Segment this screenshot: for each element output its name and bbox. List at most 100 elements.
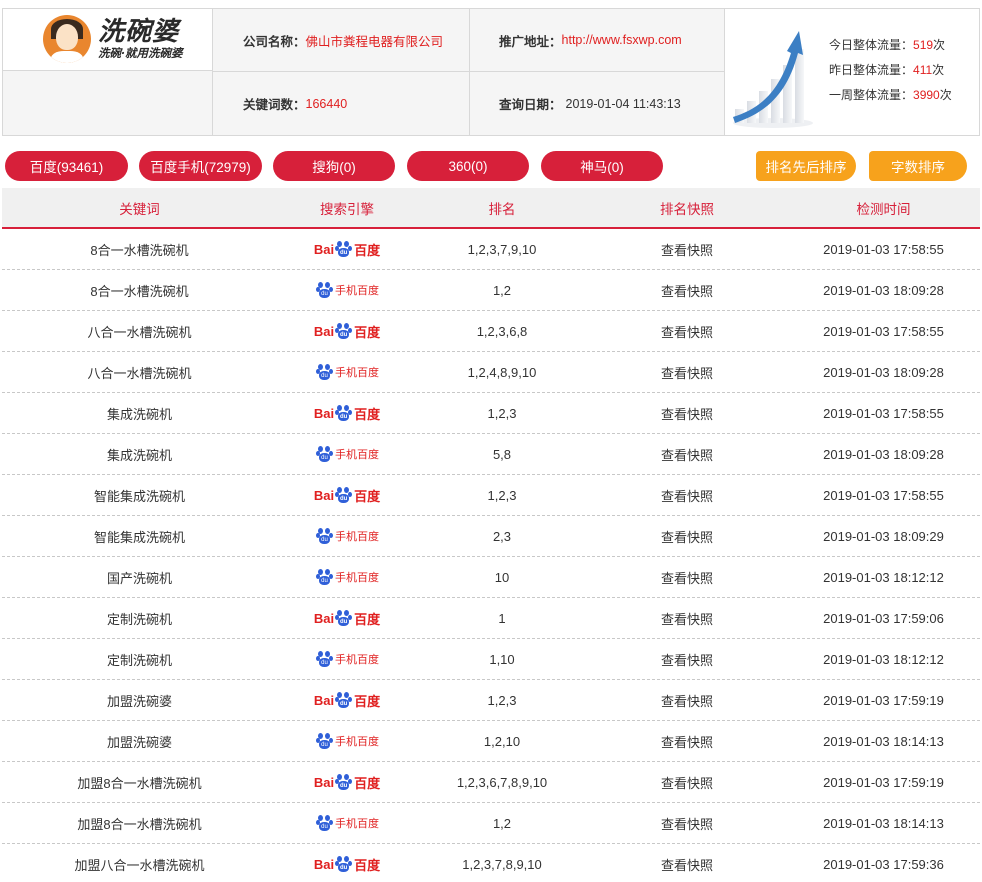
engine-cell: Bai du 百度 xyxy=(277,393,417,433)
query-date-value: 2019-01-04 11:43:13 xyxy=(565,96,681,111)
column-header-time: 检测时间 xyxy=(856,201,911,217)
traffic-panel: 今日整体流量：519次 昨日整体流量：411次 一周整体流量：3990次 xyxy=(725,9,979,135)
rank-cell: 1,2,4,8,9,10 xyxy=(467,364,537,380)
check-time-cell: 2019-01-03 17:59:06 xyxy=(823,610,944,626)
table-header: 关键词 搜索引擎 排名 排名快照 检测时间 xyxy=(2,188,980,229)
keyword-cell: 定制洗碗机 xyxy=(106,611,172,627)
rank-cell: 2,3 xyxy=(492,528,512,544)
snapshot-link[interactable]: 查看快照 xyxy=(587,557,787,597)
report-header: 洗碗婆 洗碗·就用洗碗婆 公司名称： 佛山市粪程电器有限公司 推广地址： htt… xyxy=(2,8,980,136)
column-header-engine: 搜索引擎 xyxy=(320,201,374,217)
rank-cell: 1 xyxy=(498,610,506,626)
keyword-cell: 加盟洗碗婆 xyxy=(106,693,172,709)
baidu-mobile-logo-icon: du 手机百度 xyxy=(315,281,379,299)
check-time-cell: 2019-01-03 18:09:28 xyxy=(823,446,944,462)
snapshot-link[interactable]: 查看快照 xyxy=(587,311,787,351)
engine-cell: du 手机百度 xyxy=(277,557,417,597)
today-traffic: 今日整体流量：519次 xyxy=(829,38,946,52)
tab-sogou[interactable]: 搜狗(0) xyxy=(273,151,395,181)
column-header-keyword: 关键词 xyxy=(119,201,160,217)
rank-cell: 1,2,3,7,9,10 xyxy=(467,241,537,257)
rank-cell: 1,10 xyxy=(489,651,515,667)
check-time-cell: 2019-01-03 18:12:12 xyxy=(823,651,944,667)
company-name-field: 公司名称： 佛山市粪程电器有限公司 xyxy=(243,9,443,71)
length-sort-button[interactable]: 字数排序 xyxy=(869,151,967,181)
baidu-logo-icon: Bai du 百度 xyxy=(313,322,381,340)
table-row: 定制洗碗机 Bai du 百度 1 查看快照 2019-01-03 17:59:06 xyxy=(2,598,980,639)
engine-cell: du 手机百度 xyxy=(277,803,417,843)
table-row: 加盟洗碗婆 du 手机百度 1,2,10 查看快照 2019-01-03 18:14:13 xyxy=(2,721,980,762)
keyword-cell: 集成洗碗机 xyxy=(106,406,172,422)
snapshot-link[interactable]: 查看快照 xyxy=(587,434,787,474)
baidu-mobile-logo-icon: du 手机百度 xyxy=(315,527,379,545)
growth-chart-icon xyxy=(733,31,813,128)
snapshot-link[interactable]: 查看快照 xyxy=(587,680,787,720)
baidu-mobile-logo-icon: du 手机百度 xyxy=(315,568,379,586)
column-header-rank: 排名 xyxy=(488,201,516,217)
keyword-cell: 智能集成洗碗机 xyxy=(93,488,185,504)
snapshot-link[interactable]: 查看快照 xyxy=(587,352,787,392)
engine-cell: Bai du 百度 xyxy=(277,762,417,802)
keyword-cell: 加盟8合一水槽洗碗机 xyxy=(77,816,202,832)
snapshot-link[interactable]: 查看快照 xyxy=(587,762,787,802)
snapshot-link[interactable]: 查看快照 xyxy=(587,598,787,638)
check-time-cell: 2019-01-03 17:59:36 xyxy=(823,856,944,872)
baidu-mobile-logo-icon: du 手机百度 xyxy=(315,814,379,832)
keyword-cell: 加盟洗碗婆 xyxy=(106,734,172,750)
query-date-field: 查询日期： 2019-01-04 11:43:13 xyxy=(499,72,681,135)
baidu-logo-icon: Bai du 百度 xyxy=(313,404,381,422)
snapshot-link[interactable]: 查看快照 xyxy=(587,803,787,843)
table-row: 国产洗碗机 du 手机百度 10 查看快照 2019-01-03 18:12:12 xyxy=(2,557,980,598)
brand-title: 洗碗婆 xyxy=(98,17,180,47)
check-time-cell: 2019-01-03 17:58:55 xyxy=(823,487,944,503)
snapshot-link[interactable]: 查看快照 xyxy=(587,393,787,433)
keyword-cell: 八合一水槽洗碗机 xyxy=(87,324,192,340)
keyword-cell: 国产洗碗机 xyxy=(106,570,172,586)
table-row: 加盟八合一水槽洗碗机 Bai du 百度 1,2,3,7,8,9,10 查看快照 2019-… xyxy=(2,844,980,882)
baidu-logo-icon: Bai du 百度 xyxy=(313,486,381,504)
check-time-cell: 2019-01-03 18:14:13 xyxy=(823,733,944,749)
tab-baidu[interactable]: 百度(93461) xyxy=(5,151,128,181)
keyword-cell: 八合一水槽洗碗机 xyxy=(87,365,192,381)
check-time-cell: 2019-01-03 17:59:19 xyxy=(823,692,944,708)
query-date-label: 查询日期： xyxy=(499,98,562,112)
tab-shenma[interactable]: 神马(0) xyxy=(541,151,663,181)
snapshot-link[interactable]: 查看快照 xyxy=(587,844,787,882)
rank-sort-button[interactable]: 排名先后排序 xyxy=(756,151,856,181)
brand-mascot-icon xyxy=(43,15,91,63)
snapshot-link[interactable]: 查看快照 xyxy=(587,229,787,269)
snapshot-link[interactable]: 查看快照 xyxy=(587,639,787,679)
check-time-cell: 2019-01-03 17:58:55 xyxy=(823,241,944,257)
keyword-count-field: 关键词数： 166440 xyxy=(243,72,347,135)
check-time-cell: 2019-01-03 18:09:28 xyxy=(823,364,944,380)
tab-baidu-mobile[interactable]: 百度手机(72979) xyxy=(139,151,262,181)
check-time-cell: 2019-01-03 17:59:19 xyxy=(823,774,944,790)
rank-cell: 1,2,10 xyxy=(483,733,521,749)
rank-cell: 5,8 xyxy=(492,446,512,462)
table-row: 加盟洗碗婆 Bai du 百度 1,2,3 查看快照 2019-01-03 17:59:19 xyxy=(2,680,980,721)
tab-360[interactable]: 360(0) xyxy=(407,151,529,181)
engine-cell: Bai du 百度 xyxy=(277,229,417,269)
snapshot-link[interactable]: 查看快照 xyxy=(587,721,787,761)
table-row: 8合一水槽洗碗机 Bai du 百度 1,2,3,7,9,10 查看快照 2019-01-0… xyxy=(2,229,980,270)
keywords-label: 关键词数： xyxy=(243,98,306,112)
rank-cell: 1,2 xyxy=(492,815,512,831)
table-row: 智能集成洗碗机 Bai du 百度 1,2,3 查看快照 2019-01-03 17:58:… xyxy=(2,475,980,516)
brand-slogan: 洗碗·就用洗碗婆 xyxy=(98,46,183,60)
yesterday-traffic: 昨日整体流量：411次 xyxy=(829,63,945,77)
logo-empty-cell xyxy=(3,71,213,135)
snapshot-link[interactable]: 查看快照 xyxy=(587,516,787,556)
engine-cell: du 手机百度 xyxy=(277,270,417,310)
rank-cell: 1,2,3 xyxy=(487,692,517,708)
keyword-cell: 加盟8合一水槽洗碗机 xyxy=(77,775,202,791)
baidu-logo-icon: Bai du 百度 xyxy=(313,240,381,258)
url-link[interactable]: http://www.fsxwp.com xyxy=(562,33,682,47)
snapshot-link[interactable]: 查看快照 xyxy=(587,475,787,515)
keyword-cell: 定制洗碗机 xyxy=(106,652,172,668)
rank-cell: 1,2,3,7,8,9,10 xyxy=(462,856,542,872)
table-row: 定制洗碗机 du 手机百度 1,10 查看快照 2019-01-03 18:12:12 xyxy=(2,639,980,680)
check-time-cell: 2019-01-03 18:14:13 xyxy=(823,815,944,831)
table-row: 八合一水槽洗碗机 du 手机百度 1,2,4,8,9,10 查看快照 2019-01-03… xyxy=(2,352,980,393)
engine-cell: du 手机百度 xyxy=(277,516,417,556)
snapshot-link[interactable]: 查看快照 xyxy=(587,270,787,310)
